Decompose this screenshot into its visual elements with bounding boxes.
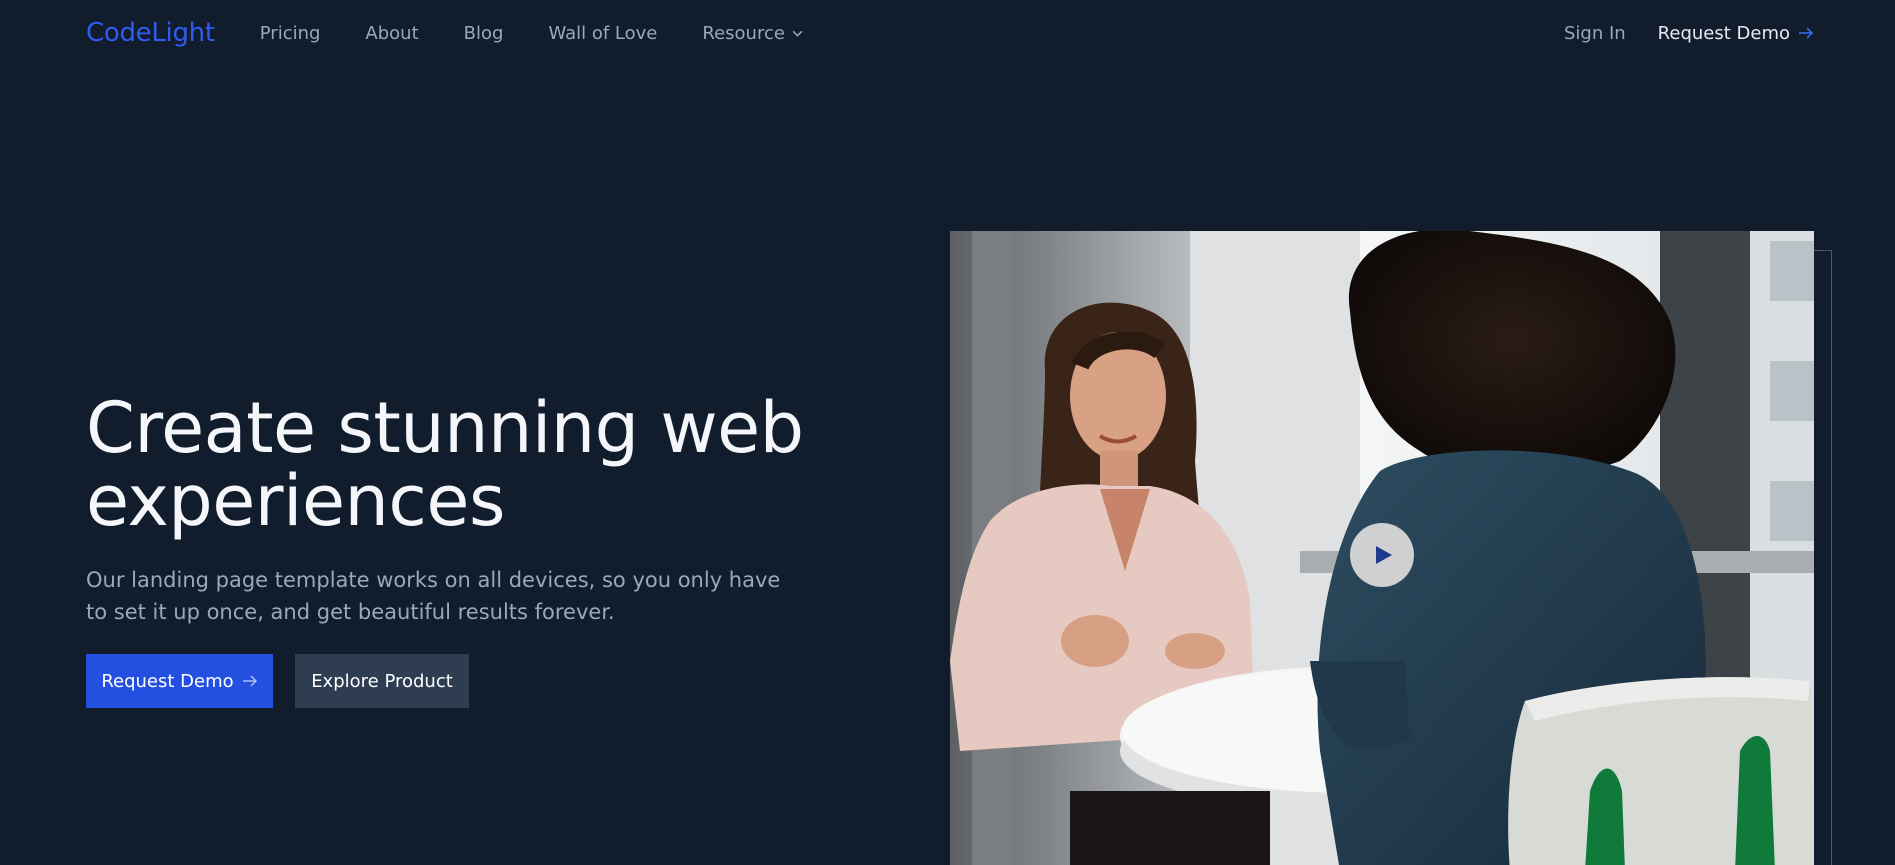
nav-resource-label: Resource bbox=[702, 22, 785, 44]
site-header: CodeLight Pricing About Blog Wall of Lov… bbox=[86, 0, 1814, 66]
nav-blog[interactable]: Blog bbox=[464, 23, 504, 44]
hero-title: Create stunning web experiences bbox=[86, 392, 846, 538]
hero-subtitle: Our landing page template works on all d… bbox=[86, 568, 781, 624]
request-demo-button[interactable]: Request Demo bbox=[86, 654, 273, 708]
nav-about[interactable]: About bbox=[365, 23, 418, 44]
sign-in-link[interactable]: Sign In bbox=[1564, 23, 1626, 44]
nav-resource[interactable]: Resource bbox=[702, 23, 804, 44]
request-demo-button-label: Request Demo bbox=[101, 670, 234, 692]
chevron-down-icon bbox=[792, 30, 803, 37]
nav-wall-of-love[interactable]: Wall of Love bbox=[548, 23, 657, 44]
arrow-right-icon bbox=[1799, 27, 1814, 39]
explore-product-button[interactable]: Explore Product bbox=[295, 654, 469, 708]
hero-title-line-1: Create stunning web bbox=[86, 387, 804, 469]
request-demo-link-label: Request Demo bbox=[1657, 22, 1790, 44]
nav-pricing[interactable]: Pricing bbox=[260, 23, 321, 44]
header-actions: Sign In Request Demo bbox=[1564, 23, 1814, 44]
main-nav: Pricing About Blog Wall of Love Resource bbox=[260, 23, 804, 44]
logo[interactable]: CodeLight bbox=[86, 18, 215, 48]
landing-page: CodeLight Pricing About Blog Wall of Lov… bbox=[0, 0, 1895, 865]
play-button[interactable] bbox=[1350, 523, 1414, 587]
hero-title-line-2: experiences bbox=[86, 460, 505, 542]
request-demo-link[interactable]: Request Demo bbox=[1658, 23, 1814, 44]
play-icon bbox=[1376, 546, 1392, 564]
arrow-right-icon bbox=[242, 675, 257, 687]
